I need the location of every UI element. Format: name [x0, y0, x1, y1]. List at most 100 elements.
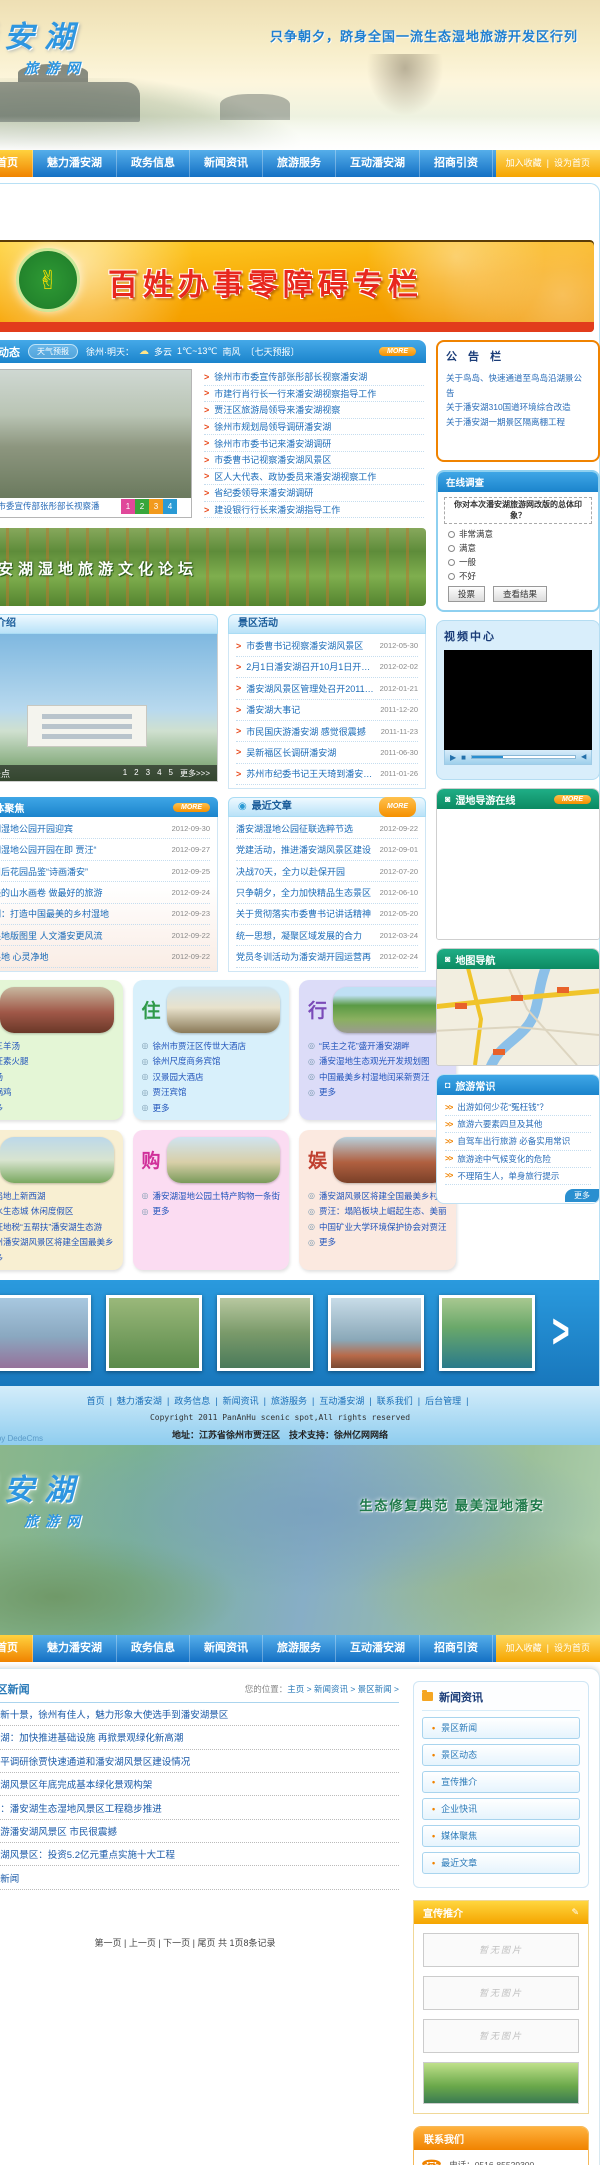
news-item[interactable]: >省纪委领导来潘安湖调研 — [204, 485, 424, 502]
media-item[interactable]: 乡村湿地版图里 人文潘安更风流2012-09-22 — [0, 925, 210, 946]
recent-item[interactable]: 统一思想，凝聚区域发展的合力2012-03-24 — [236, 925, 418, 946]
set-homepage-link[interactable]: 设为首页 — [554, 1643, 590, 1653]
recent-item[interactable]: 党员冬训活动为潘安湖开园运营再2012-02-24 — [236, 946, 418, 967]
slide-page-3[interactable]: 3 — [149, 499, 163, 514]
category-item[interactable]: ◎山水生态城 休闲度假区 — [0, 1203, 114, 1219]
slide-page-1[interactable]: 1 — [121, 499, 135, 514]
category-more[interactable]: ◎更多 — [142, 1203, 281, 1219]
slideshow-image[interactable] — [0, 370, 191, 498]
media-more-button[interactable]: MORE — [173, 803, 210, 812]
notice-item[interactable]: 关于潘安湖310国道环境综合改造 — [446, 400, 590, 415]
category-more[interactable]: ◎更多 — [0, 1100, 114, 1116]
news-item[interactable]: >潘安湖风景区：投资5.2亿元重点实施十大工程 — [0, 1843, 399, 1866]
news-item[interactable]: >彭城新十景，徐州有佳人，魅力形象大使选手到潘安湖景区 — [0, 1703, 399, 1726]
spot-page-1[interactable]: 1 — [123, 768, 127, 779]
tips-more-button[interactable]: 更多 — [565, 1189, 599, 1202]
radio-icon[interactable] — [448, 531, 455, 538]
gallery-photo[interactable] — [439, 1295, 535, 1371]
survey-option[interactable]: 一般 — [438, 555, 598, 569]
category-more[interactable]: ◎更多 — [308, 1235, 447, 1251]
recent-more-button[interactable]: MORE — [379, 797, 416, 817]
radio-icon[interactable] — [448, 545, 455, 552]
spot-page-5[interactable]: 5 — [169, 768, 173, 779]
category-item[interactable]: ◎地锅鸡 — [0, 1085, 114, 1101]
news-item[interactable]: >景区新闻 — [0, 1866, 399, 1889]
gallery-photo[interactable] — [0, 1295, 91, 1371]
news-item[interactable]: >贾汪区旅游局领导来潘安湖视察 — [204, 402, 424, 419]
notice-item[interactable]: 关于鸟岛、快速通道至鸟岛沿湖景公告 — [446, 371, 590, 400]
map-image[interactable] — [437, 969, 599, 1065]
survey-option[interactable]: 满意 — [438, 541, 598, 555]
pagination[interactable]: 第一页 | 上一页 | 下一页 | 尾页 共 1页8条记录 — [0, 1936, 399, 1949]
recent-item[interactable]: 关于贯彻落实市委曹书记讲话精神2012-05-20 — [236, 904, 418, 925]
category-item[interactable]: ◎贾汪：塌陷板块上崛起生态、美丽 — [308, 1203, 447, 1219]
nav-gov-info[interactable]: 政务信息 — [117, 150, 190, 177]
tip-item[interactable]: >>旅游途中气候变化的危险 — [445, 1151, 591, 1168]
footer-link[interactable]: 互动潘安湖 — [319, 1396, 376, 1406]
category-item[interactable]: ◎贾汪宾馆 — [142, 1085, 281, 1101]
footer-link[interactable]: 新闻资讯 — [223, 1396, 271, 1406]
news-item[interactable]: >市委曹书记视察潘安湖风景区 — [204, 452, 424, 469]
category-thumbnail[interactable] — [167, 987, 280, 1033]
nav-news[interactable]: 新闻资讯 — [190, 150, 263, 177]
activity-item[interactable]: >市委曹书记视察潘安湖风景区2012-05-30 — [236, 635, 418, 656]
category-item[interactable]: ◎中国矿业大学环境保护协会对贾汪 — [308, 1219, 447, 1235]
activity-item[interactable]: >2月1日潘安湖召开10月1日开园活2012-02-02 — [236, 657, 418, 678]
recent-item[interactable]: 党建活动，推进潘安湖风景区建设2012-09-01 — [236, 839, 418, 860]
category-more[interactable]: ◎更多 — [142, 1100, 281, 1116]
category-item[interactable]: ◎中国最美乡村湿地闰采新贾汪 — [308, 1069, 447, 1085]
category-item[interactable]: ◎塌陷地上新西湖 — [0, 1188, 114, 1204]
promo-thumbnail-empty[interactable]: 暂无图片 — [423, 1933, 579, 1967]
survey-option[interactable]: 不好 — [438, 569, 598, 583]
category-more[interactable]: ◎更多 — [0, 1250, 114, 1266]
news-item[interactable]: >市建行肖行长一行来潘安湖视察指导工作 — [204, 386, 424, 403]
tip-item[interactable]: >>出游如何少花“冤枉钱”？ — [445, 1099, 591, 1116]
footer-link[interactable]: 政务信息 — [174, 1396, 222, 1406]
gallery-photo[interactable] — [106, 1295, 202, 1371]
promo-thumbnail-empty[interactable]: 暂无图片 — [423, 2019, 579, 2053]
menu-item-promotion[interactable]: •宣传推介 — [422, 1771, 580, 1793]
volume-icon[interactable]: ▶ — [581, 753, 586, 761]
footer-link[interactable]: 联系我们 — [377, 1396, 425, 1406]
category-more[interactable]: ◎更多 — [308, 1085, 447, 1101]
media-item[interactable]: 绘最美的山水画卷 做最好的旅游2012-09-24 — [0, 882, 210, 903]
menu-item-enterprise[interactable]: •企业快讯 — [422, 1798, 580, 1820]
recent-item[interactable]: 决战70天，全力以赴保开园2012-07-20 — [236, 861, 418, 882]
menu-item-media[interactable]: •媒体聚焦 — [422, 1825, 580, 1847]
activity-item[interactable]: >潘安湖大事记2011-12-20 — [236, 700, 418, 721]
notice-item[interactable]: 关于潘安湖一期景区隔离棚工程 — [446, 415, 590, 430]
recent-item[interactable]: 潘安湖湿地公园征联选粹节选2012-09-22 — [236, 818, 418, 839]
set-homepage-link[interactable]: 设为首页 — [554, 158, 590, 168]
category-thumbnail[interactable] — [0, 987, 113, 1033]
nav-invest[interactable]: 招商引资 — [420, 1635, 493, 1662]
tip-item[interactable]: >>旅游六要素四旦及其他 — [445, 1116, 591, 1133]
slide-page-4[interactable]: 4 — [163, 499, 177, 514]
news-item[interactable]: >潘安湖风景区年底完成基本绿化景观构架 — [0, 1773, 399, 1796]
media-item[interactable]: 潘安湖：打造中国最美的乡村湿地2012-09-23 — [0, 904, 210, 925]
nav-gov-info[interactable]: 政务信息 — [117, 1635, 190, 1662]
activity-item[interactable]: >潘安湖风景区管理处召开2011年度2012-01-21 — [236, 678, 418, 699]
dynamics-more-button[interactable]: MORE — [379, 347, 416, 356]
nav-interact[interactable]: 互动潘安湖 — [336, 1635, 420, 1662]
view-results-button[interactable]: 查看结果 — [493, 586, 547, 602]
seven-day-forecast-link[interactable]: 〔七天预报〕 — [246, 345, 300, 358]
category-item[interactable]: ◎潘安湖风景区将建全国最美乡村生 — [308, 1188, 447, 1204]
footer-link[interactable]: 首页 — [87, 1396, 117, 1406]
menu-item-recent[interactable]: •最近文章 — [422, 1852, 580, 1874]
tip-item[interactable]: >>不理陌生人，单身旅行提示 — [445, 1168, 591, 1185]
slide-page-5[interactable]: 5 — [177, 499, 191, 514]
recent-item[interactable]: 只争朝夕，全力加快精品生态景区2012-06-10 — [236, 882, 418, 903]
nav-charm[interactable]: 魅力潘安湖 — [33, 150, 117, 177]
footer-link[interactable]: 魅力潘安湖 — [117, 1396, 174, 1406]
nav-travel-service[interactable]: 旅游服务 — [263, 150, 336, 177]
category-item[interactable]: ◎辣汤 — [0, 1069, 114, 1085]
news-item[interactable]: >曹新平调研徐贾快速通道和潘安湖风景区建设情况 — [0, 1750, 399, 1773]
footer-link[interactable]: 旅游服务 — [271, 1396, 319, 1406]
weather-tab[interactable]: 天气预报 — [28, 344, 78, 359]
nav-home[interactable]: 网站首页 — [0, 150, 33, 177]
category-item[interactable]: ◎贾汪地税“五帮扶”潘安湖生态游 — [0, 1219, 114, 1235]
category-thumbnail[interactable] — [167, 1137, 280, 1183]
category-item[interactable]: ◎徐州市贾汪区传世大酒店 — [142, 1038, 281, 1054]
forum-banner[interactable]: 潘安湖湿地旅游文化论坛 — [0, 528, 426, 606]
activity-item[interactable]: >吴新福区长调研潘安湖2011-06-30 — [236, 742, 418, 763]
